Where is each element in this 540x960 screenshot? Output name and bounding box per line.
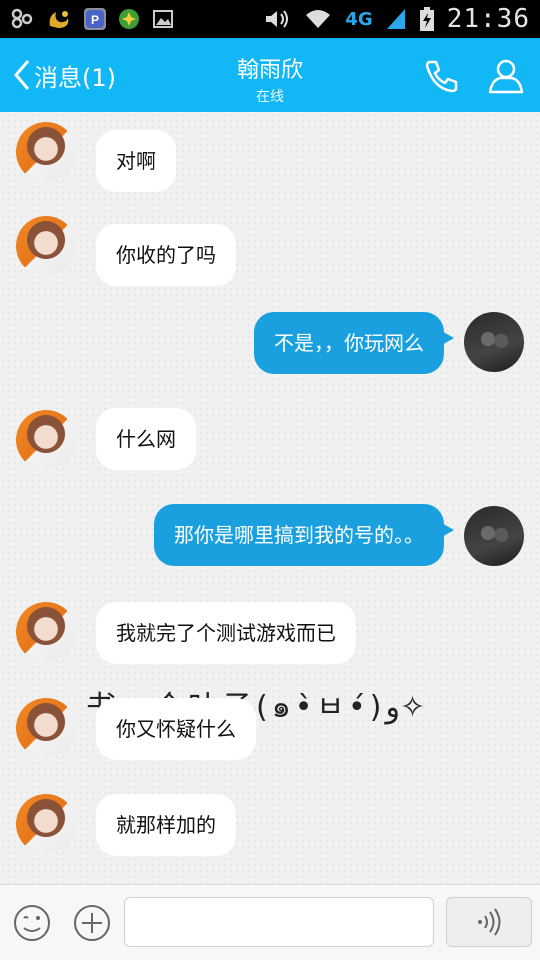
app-8-icon bbox=[11, 8, 33, 29]
contact-avatar[interactable] bbox=[16, 122, 76, 182]
message-bubble-received[interactable]: 就那样加的 bbox=[96, 794, 236, 856]
contact-avatar[interactable] bbox=[16, 410, 76, 470]
contact-avatar[interactable] bbox=[16, 794, 76, 854]
input-bar bbox=[0, 884, 540, 960]
voice-button[interactable] bbox=[446, 897, 532, 947]
clock: 21:36 bbox=[446, 4, 530, 34]
volume-icon bbox=[266, 10, 289, 28]
svg-text:P: P bbox=[91, 13, 99, 27]
message-bubble-received[interactable]: 什么网 bbox=[96, 408, 196, 470]
image-icon bbox=[153, 10, 173, 28]
battery-icon bbox=[419, 7, 434, 31]
message-bubble-sent[interactable]: 不是，，你玩网么 bbox=[254, 312, 454, 374]
weather-icon bbox=[49, 11, 69, 28]
status-bar: P 4G 21:36 bbox=[0, 0, 540, 38]
message-bubble-received[interactable]: 对啊 bbox=[96, 130, 176, 192]
smiley-icon bbox=[14, 905, 50, 941]
notification-icons: P bbox=[10, 8, 174, 30]
message-bubble-received[interactable]: 你又怀疑什么 bbox=[96, 698, 256, 760]
message-input[interactable] bbox=[124, 897, 434, 947]
system-icons: 4G 21:36 bbox=[263, 4, 530, 34]
network-type: 4G bbox=[345, 8, 373, 30]
game-icon bbox=[119, 9, 139, 29]
my-avatar[interactable] bbox=[464, 506, 524, 566]
plus-icon bbox=[74, 905, 110, 941]
user-icon bbox=[488, 59, 524, 94]
message-list[interactable]: 对啊 你收的了吗 不是，，你玩网么 什么网 那你是哪里搞到我的号的。。 我就完了… bbox=[0, 112, 540, 884]
signal-icon bbox=[386, 9, 405, 29]
contact-avatar[interactable] bbox=[16, 216, 76, 276]
my-avatar[interactable] bbox=[464, 312, 524, 372]
contact-avatar[interactable] bbox=[16, 602, 76, 662]
message-bubble-sent[interactable]: 那你是哪里搞到我的号的。。 bbox=[154, 504, 454, 566]
phone-icon bbox=[425, 60, 458, 93]
wifi-icon bbox=[306, 10, 331, 28]
call-button[interactable] bbox=[422, 56, 462, 96]
profile-button[interactable] bbox=[486, 56, 526, 96]
emoji-button[interactable] bbox=[12, 903, 52, 943]
voice-icon bbox=[478, 908, 501, 936]
add-button[interactable] bbox=[72, 903, 112, 943]
contact-avatar[interactable] bbox=[16, 698, 76, 758]
paypal-icon: P bbox=[84, 8, 106, 30]
chat-header: 消息(1) 翰雨欣 在线 bbox=[0, 38, 540, 112]
message-bubble-received[interactable]: 我就完了个测试游戏而已 bbox=[96, 602, 356, 664]
message-bubble-received[interactable]: 你收的了吗 bbox=[96, 224, 236, 286]
